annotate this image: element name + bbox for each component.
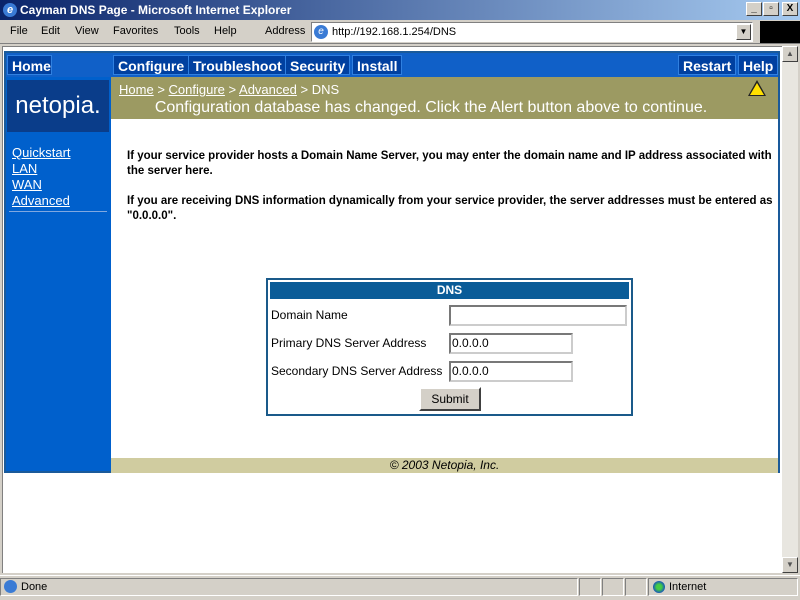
intro-paragraph-2: If you are receiving DNS information dyn… — [127, 195, 773, 222]
address-label: Address — [265, 25, 306, 37]
address-url: http://192.168.1.254/DNS — [332, 26, 457, 38]
netopia-logo: netopia. — [7, 80, 109, 132]
dns-form: DNS Domain Name Primary DNS Server Addre… — [266, 278, 633, 416]
secondary-dns-label: Secondary DNS Server Address — [271, 364, 443, 378]
scroll-down-button[interactable]: ▼ — [782, 557, 798, 573]
breadcrumb: Home > Configure > Advanced > DNS — [119, 82, 339, 97]
windows-logo-icon — [760, 21, 800, 43]
nav-security[interactable]: Security — [285, 55, 351, 75]
sidebar-item-lan[interactable]: LAN — [12, 161, 37, 176]
nav-home[interactable]: Home — [7, 55, 52, 75]
sidebar-item-advanced[interactable]: Advanced — [12, 193, 70, 208]
maximize-button[interactable]: ▫ — [763, 2, 779, 16]
menu-favorites[interactable]: Favorites — [113, 25, 158, 37]
main-content: If your service provider hosts a Domain … — [111, 119, 778, 458]
ie-page-icon — [4, 580, 17, 593]
zone-text: Internet — [669, 581, 707, 593]
minimize-button[interactable]: _ — [746, 2, 762, 16]
status-text: Done — [21, 581, 48, 593]
menu-help[interactable]: Help — [214, 25, 237, 37]
secondary-dns-input[interactable]: 0.0.0.0 — [449, 361, 573, 382]
domain-name-input[interactable] — [449, 305, 627, 326]
breadcrumb-configure[interactable]: Configure — [169, 82, 225, 97]
globe-icon — [653, 581, 665, 593]
sidebar-item-wan[interactable]: WAN — [12, 177, 42, 192]
close-button[interactable]: X — [782, 2, 798, 16]
breadcrumb-advanced[interactable]: Advanced — [239, 82, 297, 97]
nav-troubleshoot[interactable]: Troubleshoot — [188, 55, 287, 75]
sidebar-divider — [9, 211, 107, 212]
window-title: Cayman DNS Page - Microsoft Internet Exp… — [20, 3, 292, 17]
breadcrumb-sep: > — [228, 82, 237, 97]
nav-install[interactable]: Install — [352, 55, 403, 75]
nav-help[interactable]: Help — [738, 55, 779, 75]
top-nav: Home Configure Troubleshoot Security Ins… — [6, 53, 779, 77]
primary-dns-label: Primary DNS Server Address — [271, 336, 427, 350]
breadcrumb-current: DNS — [311, 82, 340, 97]
menu-file[interactable]: File — [10, 25, 28, 37]
nav-configure[interactable]: Configure — [113, 55, 190, 75]
title-bar: e Cayman DNS Page - Microsoft Internet E… — [0, 0, 800, 20]
dns-form-title: DNS — [270, 282, 629, 299]
menu-edit[interactable]: Edit — [41, 25, 60, 37]
header-banner: Home > Configure > Advanced > DNS Config… — [111, 77, 778, 119]
alert-message: Configuration database has changed. Clic… — [154, 99, 708, 116]
warning-icon-fill[interactable] — [750, 83, 764, 95]
domain-name-label: Domain Name — [271, 308, 348, 322]
status-panel — [579, 578, 601, 596]
scroll-up-button[interactable]: ▲ — [782, 46, 798, 62]
status-bar: Done Internet — [0, 575, 800, 596]
breadcrumb-home[interactable]: Home — [119, 82, 154, 97]
router-page: Home Configure Troubleshoot Security Ins… — [4, 51, 780, 473]
status-text-panel: Done — [0, 578, 578, 596]
status-panel — [625, 578, 647, 596]
ie-icon: e — [3, 3, 17, 17]
sidebar-item-quickstart[interactable]: Quickstart — [12, 145, 71, 160]
page-icon: e — [314, 25, 328, 39]
vertical-scrollbar[interactable]: ▲ ▼ — [782, 46, 798, 573]
menu-view[interactable]: View — [75, 25, 99, 37]
breadcrumb-sep: > — [300, 82, 309, 97]
zone-panel: Internet — [648, 578, 798, 596]
menu-tools[interactable]: Tools — [174, 25, 200, 37]
submit-button[interactable]: Submit — [419, 387, 481, 411]
primary-dns-input[interactable]: 0.0.0.0 — [449, 333, 573, 354]
breadcrumb-sep: > — [157, 82, 165, 97]
address-input[interactable]: e http://192.168.1.254/DNS ▼ — [311, 22, 753, 42]
address-dropdown-button[interactable]: ▼ — [736, 24, 751, 40]
status-panel — [602, 578, 624, 596]
footer-copyright: © 2003 Netopia, Inc. — [111, 458, 778, 473]
nav-restart[interactable]: Restart — [678, 55, 737, 75]
intro-paragraph-1: If your service provider hosts a Domain … — [127, 150, 772, 177]
